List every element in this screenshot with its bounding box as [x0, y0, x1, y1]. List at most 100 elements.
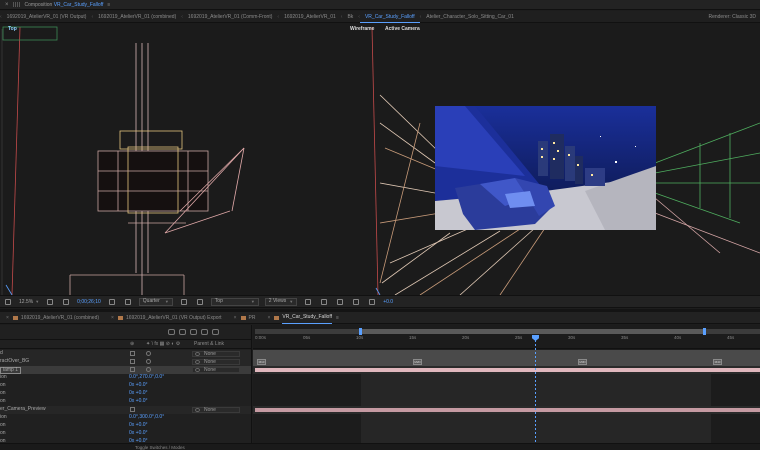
layer-name[interactable]: lamp 1	[0, 366, 22, 374]
pickwhip-icon[interactable]	[146, 359, 151, 364]
property-row[interactable]: on 0x +0.0°	[0, 398, 251, 406]
property-value[interactable]: 0.0°,300.0°,0.0°	[129, 414, 164, 422]
timeline-tab[interactable]: × 1692019_AtelierVR_01 (VR Output) Expor…	[105, 312, 228, 324]
layer-name[interactable]: ractOver_BG	[0, 358, 29, 366]
motion-blur-icon[interactable]	[201, 329, 208, 335]
close-icon[interactable]: ×	[111, 312, 114, 324]
property-value[interactable]: 0.0°,270.0°,0.0°	[129, 374, 164, 382]
pickwhip-icon[interactable]	[146, 351, 151, 356]
exposure-value[interactable]: +0.0	[383, 299, 393, 305]
3d-view-dropdown[interactable]: Top ▼	[210, 297, 259, 306]
always-preview-icon[interactable]	[5, 298, 11, 305]
fast-previews-icon[interactable]	[321, 298, 328, 305]
top-view-label[interactable]: Top	[8, 26, 17, 32]
layer-name[interactable]: er_Camera_Preview	[0, 406, 46, 414]
view-layout-dropdown[interactable]: 2 Views ▼	[264, 297, 298, 306]
layer-switch-icon[interactable]	[130, 407, 135, 412]
comp-tab[interactable]: Atelier_Character_Solo_Sitting_Car_01	[421, 11, 519, 23]
region-of-interest-icon[interactable]	[180, 298, 187, 305]
work-area-bar[interactable]	[255, 328, 760, 335]
grip-icon[interactable]	[12, 2, 21, 7]
layer-row-selected[interactable]: lamp 1 None	[0, 366, 251, 374]
property-value[interactable]: 0x +0.0°	[129, 422, 148, 430]
parent-dropdown[interactable]: None	[192, 407, 240, 413]
timeline-icon[interactable]	[337, 298, 344, 305]
property-value[interactable]: 0x +0.0°	[129, 390, 148, 398]
comp-tab[interactable]: 1692019_AtelierVR_01	[279, 11, 341, 23]
property-value[interactable]: 0x +0.0°	[129, 398, 148, 406]
layer-row[interactable]: d None	[0, 350, 251, 358]
layer-marker[interactable]: M2D	[413, 358, 422, 365]
close-icon[interactable]: ×	[5, 2, 9, 8]
pickwhip-icon	[195, 408, 200, 412]
property-row[interactable]: on 0x +0.0°	[0, 430, 251, 438]
flowchart-icon[interactable]	[353, 298, 360, 305]
property-value[interactable]: 0x +0.0°	[129, 382, 148, 390]
property-row[interactable]: on 0x +0.0°	[0, 390, 251, 398]
graph-editor-icon[interactable]	[212, 329, 219, 335]
layer-bar-selected[interactable]	[253, 366, 760, 374]
pickwhip-icon[interactable]	[146, 367, 151, 372]
current-time-indicator[interactable]	[532, 335, 539, 450]
layer-bar[interactable]	[253, 406, 760, 414]
timeline-tab-active[interactable]: × VR_Car_Study_Falloff ≡	[261, 311, 345, 324]
toggle-pixel-aspect-icon[interactable]	[305, 298, 312, 305]
menu-icon[interactable]: ≡	[336, 312, 339, 324]
comp-tab[interactable]: 1692019_AtelierVR_01 (VR Output)	[2, 11, 92, 23]
layer-marker[interactable]: M40	[713, 358, 722, 365]
property-row[interactable]: on 0x +0.0°	[0, 422, 251, 430]
composition-viewer[interactable]: Top Wireframe Active Camera	[0, 23, 760, 295]
panel-title-comp[interactable]: VR_Car_Study_Falloff	[54, 2, 104, 8]
layer-row[interactable]: ractOver_BG None	[0, 358, 251, 366]
renderer-label[interactable]: Renderer: Classic 3D	[708, 11, 760, 23]
layer-bar[interactable]	[253, 350, 760, 358]
current-time[interactable]: 0;00;26;10	[77, 299, 101, 305]
property-row[interactable]: on 0x +0.0°	[0, 382, 251, 390]
comp-tab[interactable]: Bk	[342, 11, 358, 23]
close-icon[interactable]: ×	[234, 312, 237, 324]
zoom-dropdown[interactable]: 12.5% ▼	[19, 299, 39, 305]
timeline-graph[interactable]: 0:00s 05s 10s 15s 20s 25s 30s 35s 40s 45…	[253, 325, 760, 450]
property-row[interactable]: ion 0.0°,300.0°,0.0°	[0, 414, 251, 422]
layer-switch-icon[interactable]	[130, 359, 135, 364]
layer-marker[interactable]: M3D	[578, 358, 587, 365]
time-ruler[interactable]: 0:00s 05s 10s 15s 20s 25s 30s 35s 40s 45…	[253, 335, 760, 349]
layer-duration-bar[interactable]	[255, 407, 760, 412]
frame-blending-icon[interactable]	[190, 329, 197, 335]
layer-switch-icon[interactable]	[130, 367, 135, 372]
layer-bar[interactable]: M10 M2D M3D M40	[253, 358, 760, 366]
comp-flowchart-icon[interactable]	[168, 329, 175, 335]
work-area-end-handle[interactable]	[703, 328, 706, 335]
comp-tab-active[interactable]: VR_Car_Study_Falloff	[359, 11, 420, 23]
panel-menu-icon[interactable]: ≡	[107, 2, 110, 8]
layer-marker[interactable]: M10	[257, 358, 266, 365]
layer-duration-bar[interactable]	[255, 367, 760, 372]
transparency-grid-icon[interactable]	[196, 298, 203, 305]
parent-dropdown[interactable]: None	[192, 351, 240, 357]
frame-icon[interactable]	[47, 298, 54, 305]
resolution-dropdown[interactable]: Quarter ▼	[138, 297, 173, 306]
property-row[interactable]: ion 0.0°,270.0°,0.0°	[0, 374, 251, 382]
comp-tab[interactable]: 1692019_AtelierVR_01 (combined)	[93, 11, 181, 23]
active-camera-label[interactable]: Active Camera	[385, 26, 420, 32]
wireframe-label[interactable]: Wireframe	[350, 26, 374, 32]
camera-snapshot-icon[interactable]	[108, 298, 115, 305]
work-area-start-handle[interactable]	[359, 328, 362, 335]
color-channel-icon[interactable]	[124, 298, 131, 305]
reset-exposure-icon[interactable]	[369, 298, 376, 305]
timeline-tab[interactable]: × PR	[228, 312, 262, 324]
comp-tab[interactable]: 1692019_AtelierVR_01 (Comm-Front)	[183, 11, 277, 23]
close-icon[interactable]: ×	[267, 312, 270, 324]
property-value[interactable]: 0x +0.0°	[129, 430, 148, 438]
toggle-switches-modes[interactable]: Toggle Switches / Modes	[135, 445, 185, 450]
shy-icon[interactable]	[179, 329, 186, 335]
layer-switch-icon[interactable]	[130, 351, 135, 356]
layer-row[interactable]: er_Camera_Preview None	[0, 406, 251, 414]
grid-icon[interactable]	[63, 298, 70, 305]
timeline-tab[interactable]: × 1692019_AtelierVR_01 (combined)	[0, 312, 105, 324]
work-area-range[interactable]	[359, 329, 704, 334]
parent-dropdown[interactable]: None	[192, 359, 240, 365]
parent-dropdown[interactable]: None	[192, 367, 240, 373]
layer-name[interactable]: d	[0, 350, 3, 358]
close-icon[interactable]: ×	[6, 312, 9, 324]
